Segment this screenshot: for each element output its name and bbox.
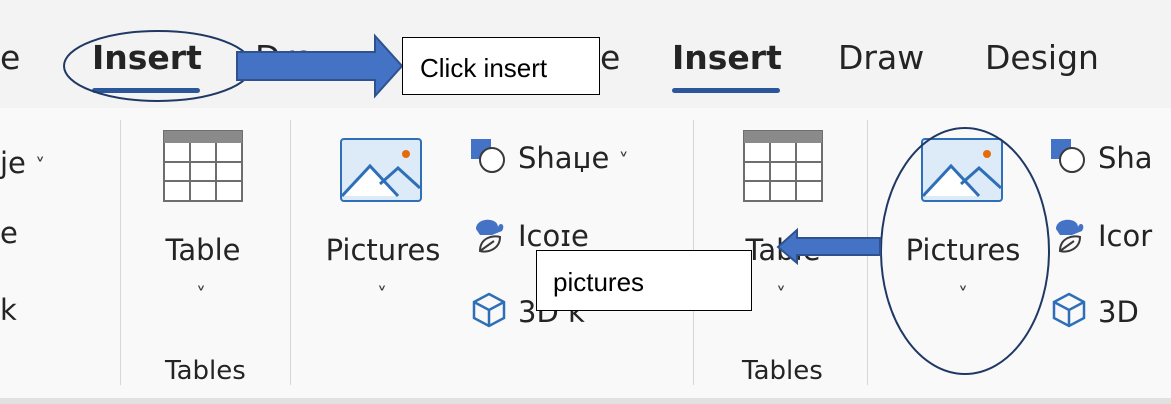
icons-button-label[interactable]: Icoɪe	[518, 218, 589, 254]
group-separator	[290, 120, 291, 385]
pictures-button-label[interactable]: Pictures	[320, 232, 446, 268]
callout-click-insert: Click insert	[402, 37, 600, 95]
shapes-button[interactable]: Shaџe ˅	[518, 140, 629, 176]
cut-item-2[interactable]: e	[0, 215, 18, 251]
chevron-down-icon[interactable]: ˅	[377, 285, 387, 305]
icons-icon	[470, 215, 508, 255]
pictures-button-label-right[interactable]: Pictures	[900, 232, 1026, 268]
pictures-icon	[340, 138, 422, 202]
chevron-down-icon: ˅	[618, 149, 629, 173]
3d-models-button-label-right[interactable]: 3D	[1098, 294, 1139, 330]
tab-design[interactable]: Design	[985, 38, 1099, 78]
pictures-icon	[921, 138, 1003, 202]
shapes-icon	[470, 138, 508, 174]
table-icon	[163, 130, 243, 202]
tab-insert-left[interactable]: Insert	[92, 38, 202, 78]
shapes-button-label: Shaџe	[518, 141, 610, 175]
table-icon	[743, 130, 823, 202]
table-button-label[interactable]: Table	[155, 232, 251, 268]
ribbon-bottom-border	[0, 398, 1171, 404]
icons-button-label-right[interactable]: Icor	[1098, 218, 1152, 254]
chevron-down-icon[interactable]: ˅	[776, 285, 786, 305]
cut-item-1-label: je	[0, 146, 26, 180]
3d-models-icon	[472, 292, 506, 328]
group-separator	[120, 120, 121, 385]
3d-models-icon	[1052, 292, 1086, 328]
group-separator	[867, 120, 868, 385]
cut-item-1[interactable]: je ˅	[0, 145, 45, 181]
callout-pictures: pictures	[536, 250, 752, 311]
group-label-tables: Tables	[165, 356, 246, 386]
tab-home-fragment-right[interactable]: e	[600, 38, 620, 78]
tab-home-fragment[interactable]: e	[0, 38, 20, 78]
active-tab-underline-right	[672, 88, 780, 93]
tab-draw[interactable]: Draw	[838, 38, 924, 78]
cut-item-3[interactable]: k	[0, 292, 17, 328]
shapes-icon	[1050, 138, 1088, 174]
group-label-tables-right: Tables	[742, 356, 823, 386]
tab-draw-left[interactable]: Draw	[255, 38, 341, 78]
chevron-down-icon[interactable]: ˅	[196, 285, 206, 305]
tab-insert-right[interactable]: Insert	[672, 38, 782, 78]
chevron-down-icon: ˅	[35, 154, 46, 178]
shapes-button-label-right[interactable]: Sha	[1098, 140, 1153, 176]
icons-icon	[1050, 215, 1088, 255]
active-tab-underline-left	[92, 88, 200, 93]
chevron-down-icon[interactable]: ˅	[958, 285, 968, 305]
